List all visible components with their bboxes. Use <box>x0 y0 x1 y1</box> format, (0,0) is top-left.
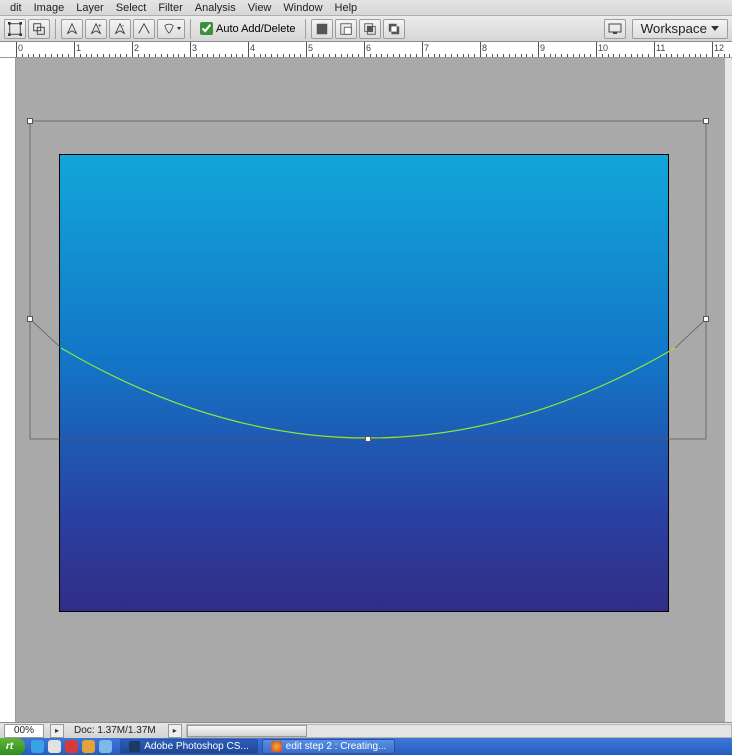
taskbar-item-photoshop[interactable]: Adobe Photoshop CS... <box>120 739 258 754</box>
doc-size-label: Doc: 1.37M/1.37M <box>74 725 156 736</box>
separator <box>305 19 306 39</box>
ruler-label: 1 <box>76 43 81 53</box>
workspace-label: Workspace <box>641 21 707 36</box>
path-handle-right[interactable] <box>703 316 709 322</box>
quick-launch-icon[interactable] <box>65 740 78 753</box>
svg-text:+: + <box>98 23 102 30</box>
ruler-label: 2 <box>134 43 139 53</box>
menu-view[interactable]: View <box>242 1 278 15</box>
path-subtract-icon[interactable] <box>335 19 357 39</box>
pen-icon[interactable] <box>61 19 83 39</box>
ruler-label: 7 <box>424 43 429 53</box>
svg-text:-: - <box>122 23 125 30</box>
quick-launch-icon[interactable] <box>31 740 44 753</box>
ruler-label: 5 <box>308 43 313 53</box>
zoom-field[interactable]: 00% <box>4 724 44 738</box>
vertical-scrollbar[interactable] <box>725 58 732 722</box>
menu-analysis[interactable]: Analysis <box>189 1 242 15</box>
status-bar: 00% ▸ Doc: 1.37M/1.37M ▸ <box>0 722 732 738</box>
menu-layer[interactable]: Layer <box>70 1 110 15</box>
photoshop-icon <box>129 741 140 752</box>
convert-point-icon[interactable] <box>133 19 155 39</box>
start-button[interactable]: rt <box>0 738 25 755</box>
document-canvas[interactable] <box>59 154 669 612</box>
ruler-label: 10 <box>598 43 608 53</box>
options-bar: + - Auto Add/Delete Workspace <box>0 16 732 42</box>
chevron-down-icon <box>711 26 719 31</box>
canvas-workspace[interactable] <box>16 58 725 722</box>
info-arrow-icon[interactable]: ▸ <box>168 724 182 738</box>
taskbar-item-browser[interactable]: edit step 2 : Creating... <box>262 739 396 754</box>
ruler-label: 6 <box>366 43 371 53</box>
quick-launch <box>25 740 118 753</box>
windows-taskbar: rt Adobe Photoshop CS... edit step 2 : C… <box>0 738 732 755</box>
menu-image[interactable]: Image <box>28 1 71 15</box>
horizontal-ruler[interactable]: 0 1 2 3 4 5 6 7 8 9 10 11 12 <box>0 42 732 58</box>
zoom-arrow-icon[interactable]: ▸ <box>50 724 64 738</box>
ruler-label: 3 <box>192 43 197 53</box>
menu-edit[interactable]: dit <box>4 1 28 15</box>
ruler-label: 4 <box>250 43 255 53</box>
scrollbar-thumb[interactable] <box>187 725 307 737</box>
path-center-anchor[interactable] <box>365 436 371 442</box>
path-overlap-icon[interactable] <box>28 19 50 39</box>
ruler-label: 12 <box>714 43 724 53</box>
bbox-top-left-anchor[interactable] <box>27 118 33 124</box>
ruler-label: 0 <box>18 43 23 53</box>
delete-anchor-icon[interactable]: - <box>109 19 131 39</box>
workspace-menu[interactable]: Workspace <box>632 19 728 39</box>
menu-filter[interactable]: Filter <box>152 1 188 15</box>
ruler-label: 8 <box>482 43 487 53</box>
menu-help[interactable]: Help <box>329 1 364 15</box>
ruler-label: 9 <box>540 43 545 53</box>
taskbar-item-label: edit step 2 : Creating... <box>286 741 387 752</box>
separator <box>190 19 191 39</box>
screen-mode-icon[interactable] <box>604 19 626 39</box>
horizontal-scrollbar[interactable] <box>186 724 732 738</box>
browser-icon <box>271 741 282 752</box>
bbox-top-right-anchor[interactable] <box>703 118 709 124</box>
quick-launch-icon[interactable] <box>99 740 112 753</box>
path-handle-left[interactable] <box>27 316 33 322</box>
path-exclude-icon[interactable] <box>383 19 405 39</box>
shape-tool-icon[interactable] <box>157 19 185 39</box>
menu-window[interactable]: Window <box>277 1 328 15</box>
menu-bar: dit Image Layer Select Filter Analysis V… <box>0 0 732 16</box>
separator <box>55 19 56 39</box>
bounding-box-icon[interactable] <box>4 19 26 39</box>
path-add-icon[interactable] <box>311 19 333 39</box>
auto-add-delete-input[interactable] <box>200 22 213 35</box>
auto-add-delete-label: Auto Add/Delete <box>216 23 296 35</box>
auto-add-delete-checkbox[interactable]: Auto Add/Delete <box>200 22 296 35</box>
quick-launch-icon[interactable] <box>82 740 95 753</box>
add-anchor-icon[interactable]: + <box>85 19 107 39</box>
menu-select[interactable]: Select <box>110 1 153 15</box>
ruler-label: 11 <box>656 43 665 53</box>
vertical-ruler[interactable] <box>0 58 16 722</box>
path-intersect-icon[interactable] <box>359 19 381 39</box>
taskbar-item-label: Adobe Photoshop CS... <box>144 741 249 752</box>
quick-launch-icon[interactable] <box>48 740 61 753</box>
